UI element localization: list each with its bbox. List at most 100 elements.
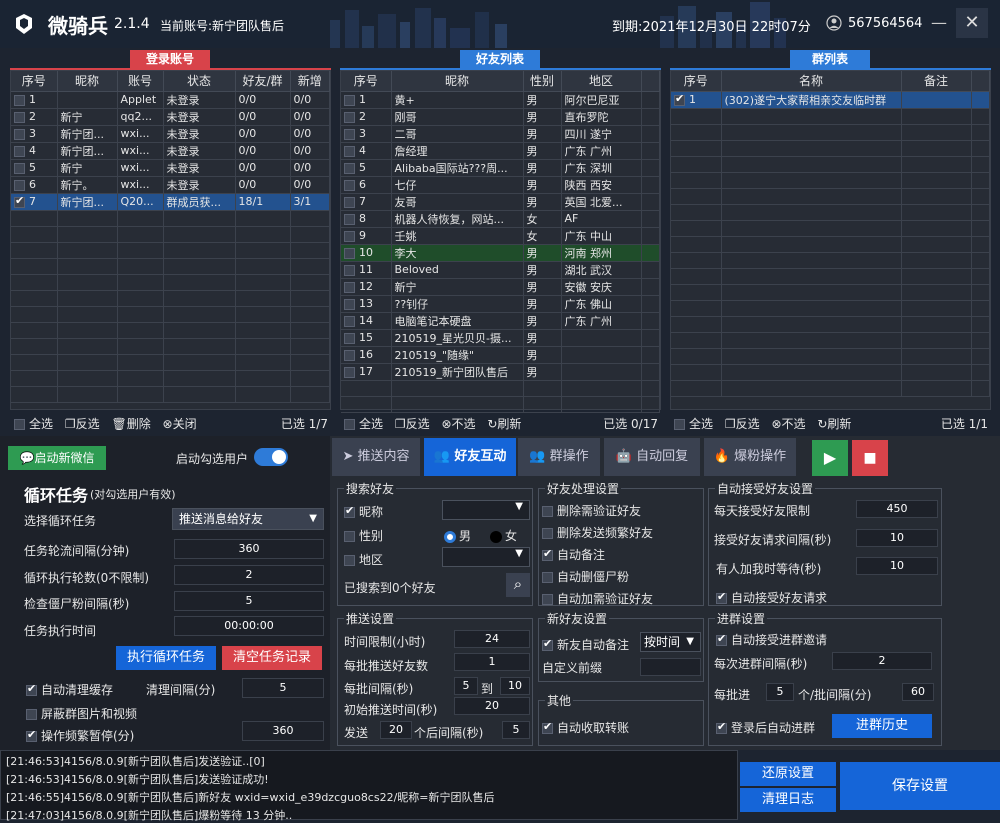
after-interval-input[interactable]: 5 <box>502 721 530 739</box>
wait-input[interactable]: 10 <box>856 557 938 575</box>
tab-fan-ops[interactable]: 🔥 爆粉操作 <box>704 438 796 476</box>
table-row[interactable]: 2 新宁 qq2... 未登录 0/0 0/0 <box>11 108 330 126</box>
table-row[interactable]: 15 210519_星光贝贝-摄... 男 <box>341 329 660 347</box>
prefix-input[interactable] <box>640 658 701 676</box>
column-header[interactable]: 序号 <box>341 71 392 92</box>
search-region-dropdown[interactable]: ▼ <box>442 547 530 567</box>
column-header[interactable]: 新增 <box>290 71 330 92</box>
checkbox-icon[interactable] <box>14 111 25 123</box>
play-icon[interactable]: ▶ <box>812 440 848 476</box>
table-row[interactable]: 13 ??钊仔男广东 佛山 <box>341 295 660 313</box>
checkbox-icon[interactable] <box>14 179 25 191</box>
groups-refresh[interactable]: ↻刷新 <box>817 413 851 435</box>
minimize-icon[interactable]: — <box>928 12 950 34</box>
checkbox-icon[interactable] <box>344 349 355 361</box>
check-input[interactable]: 5 <box>174 591 324 611</box>
friends-select-all[interactable]: 全选 <box>344 413 383 435</box>
auto-join-checkbox[interactable]: 登录后自动进群 <box>716 719 815 736</box>
column-header[interactable]: 序号 <box>671 71 722 92</box>
checkbox-icon[interactable] <box>344 179 355 191</box>
checkbox-checked-icon[interactable] <box>14 194 25 208</box>
auto-select-toggle[interactable] <box>254 448 288 466</box>
checkbox-icon[interactable] <box>344 298 355 310</box>
auto-accept-checkbox[interactable]: 自动接受好友请求 <box>716 589 827 606</box>
checkbox-icon[interactable] <box>344 230 355 242</box>
friend-proc-checkbox[interactable]: 自动加需验证好友 <box>542 590 653 607</box>
groups-none[interactable]: ⊗不选 <box>771 413 805 435</box>
checkbox-icon[interactable] <box>14 128 25 140</box>
freq-pause-checkbox[interactable]: 操作频繁暂停(分) <box>26 727 134 744</box>
accounts-invert[interactable]: ❐反选 <box>65 413 100 435</box>
clean-interval-input[interactable]: 5 <box>242 678 324 698</box>
tab-friend-interaction[interactable]: 👥 好友互动 <box>424 438 516 476</box>
column-header[interactable]: 昵称 <box>391 71 524 92</box>
accounts-delete[interactable]: 🗑删除 <box>111 413 150 435</box>
join-batch-interval-input[interactable]: 60 <box>902 683 934 701</box>
checkbox-icon[interactable] <box>344 94 355 106</box>
table-row[interactable]: 17 210519_新宁团队售后男 <box>341 363 660 381</box>
checkbox-icon[interactable] <box>14 162 25 174</box>
checkbox-icon[interactable] <box>344 162 355 174</box>
checkbox-icon[interactable] <box>344 366 355 378</box>
restore-settings-button[interactable]: 还原设置 <box>740 762 836 786</box>
table-row[interactable]: 5 新宁 wxi... 未登录 0/0 0/0 <box>11 159 330 177</box>
column-header[interactable]: 备注 <box>901 71 972 92</box>
save-settings-button[interactable]: 保存设置 <box>840 762 1000 810</box>
daily-limit-input[interactable]: 450 <box>856 500 938 518</box>
tab-group-ops[interactable]: 👥 群操作 <box>518 438 600 476</box>
new-friend-remark-checkbox[interactable]: 新友自动备注 <box>542 636 629 653</box>
join-interval-input[interactable]: 2 <box>832 652 932 670</box>
checkbox-icon[interactable] <box>344 264 355 276</box>
column-header[interactable]: 账号 <box>117 71 164 92</box>
table-row[interactable]: 2 刚哥男直布罗陀 <box>341 108 660 126</box>
gender-female-radio[interactable]: 女 <box>490 527 517 544</box>
start-wechat-button[interactable]: 💬启动新微信 <box>8 446 106 470</box>
friends-none[interactable]: ⊗不选 <box>441 413 475 435</box>
checkbox-icon[interactable] <box>344 332 355 344</box>
table-row[interactable]: 4 詹经理男广东 广州 <box>341 142 660 160</box>
batch-input[interactable]: 1 <box>454 653 530 671</box>
checkbox-icon[interactable] <box>14 94 25 106</box>
friend-proc-checkbox[interactable]: 删除发送频繁好友 <box>542 524 653 541</box>
column-header[interactable]: 名称 <box>721 71 902 92</box>
column-header[interactable]: 地区 <box>561 71 642 92</box>
tab-auto-reply[interactable]: 🤖 自动回复 <box>604 438 700 476</box>
accounts-close[interactable]: ⊗关闭 <box>163 413 197 435</box>
checkbox-icon[interactable] <box>344 315 355 327</box>
freq-pause-input[interactable]: 360 <box>242 721 324 741</box>
groups-select-all[interactable]: 全选 <box>674 413 713 435</box>
checkbox-icon[interactable] <box>14 145 25 157</box>
clear-log-button[interactable]: 清理日志 <box>740 788 836 812</box>
friends-invert[interactable]: ❐反选 <box>395 413 430 435</box>
table-row[interactable]: 5 Alibaba国际站???周... 男广东 深圳 <box>341 159 660 177</box>
join-batch-input[interactable]: 5 <box>766 683 794 701</box>
checkbox-icon[interactable] <box>344 128 355 140</box>
table-row[interactable]: 1 黄+ 男阿尔巴尼亚 <box>341 91 660 109</box>
column-header[interactable]: 序号 <box>11 71 58 92</box>
table-row[interactable]: 6 七仔男陕西 西安 <box>341 176 660 194</box>
column-header[interactable]: 昵称 <box>57 71 118 92</box>
checkbox-icon[interactable] <box>344 111 355 123</box>
table-row[interactable]: 11 Beloved 男湖北 武汉 <box>341 261 660 279</box>
table-row[interactable]: 3 新宁团... wxi... 未登录 0/0 0/0 <box>11 125 330 143</box>
init-time-input[interactable]: 20 <box>454 697 530 715</box>
stop-icon[interactable]: ■ <box>852 440 888 476</box>
time-input[interactable]: 00:00:00 <box>174 616 324 636</box>
close-icon[interactable]: ✕ <box>956 8 988 38</box>
clear-records-button[interactable]: 清空任务记录 <box>222 646 322 670</box>
column-header[interactable]: 状态 <box>163 71 236 92</box>
table-row[interactable]: 7 友哥男英国 北爱... <box>341 193 660 211</box>
table-row[interactable]: 6 新宁。 wxi... 未登录 0/0 0/0 <box>11 176 330 194</box>
table-row[interactable]: 14 电脑笔记本硬盘男广东 广州 <box>341 312 660 330</box>
table-row[interactable]: 16 210519_"随缘" 男 <box>341 346 660 364</box>
search-gender-checkbox[interactable]: 性别 <box>344 527 383 544</box>
remark-mode-dropdown[interactable]: 按时间 ▼ <box>640 632 701 652</box>
tab-push-content[interactable]: ➤ 推送内容 <box>332 438 420 476</box>
table-row[interactable]: 12 新宁男安徽 安庆 <box>341 278 660 296</box>
rounds-input[interactable]: 2 <box>174 565 324 585</box>
groups-invert[interactable]: ❐反选 <box>725 413 760 435</box>
table-row[interactable]: 10 李大男河南 郑州 <box>341 244 660 262</box>
column-header[interactable]: 好友/群 <box>235 71 291 92</box>
checkbox-icon[interactable] <box>344 213 355 225</box>
block-media-checkbox[interactable]: 屏蔽群图片和视频 <box>26 705 137 722</box>
